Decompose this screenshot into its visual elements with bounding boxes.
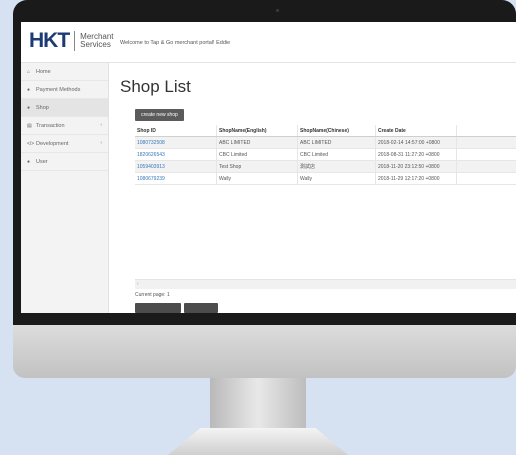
sidebar-item-label: Development (36, 140, 69, 147)
table-row[interactable]: 1059403913 Test Shop 測試店 2018-11-20 23:1… (135, 161, 516, 173)
pagination-button-next[interactable] (184, 303, 218, 313)
empty-cell (457, 161, 516, 172)
hkt-logo[interactable]: HKT Merchant Services (29, 28, 114, 54)
shop-table: Shop ID ShopName(English) ShopName(Chine… (135, 125, 516, 185)
user-icon: ● (27, 158, 31, 165)
shop-name-chinese: ABC LIMITED (298, 137, 376, 148)
sidebar-item-label: User (36, 158, 48, 165)
pagination-button-previous[interactable] (135, 303, 181, 313)
current-page-text: Current page: 1 (135, 292, 170, 298)
table-row[interactable]: 1080679239 Wally Wally 2018-11-29 12:17:… (135, 173, 516, 185)
sidebar-item-user[interactable]: ● User (21, 153, 108, 171)
horizontal-scrollbar[interactable]: ‹ (135, 279, 516, 289)
table-header-row: Shop ID ShopName(English) ShopName(Chine… (135, 125, 516, 137)
shop-name-english: Wally (217, 173, 298, 184)
create-date: 2018-11-20 23:12:50 +0800 (376, 161, 457, 172)
development-icon: </> (27, 140, 35, 147)
welcome-message: Welcome to Tap & Go merchant portal! Edd… (120, 40, 231, 46)
sidebar-item-payment-methods[interactable]: ● Payment Methods (21, 81, 108, 99)
empty-cell (457, 137, 516, 148)
create-date: 2018-11-29 12:17:20 +0800 (376, 173, 457, 184)
shop-id-link[interactable]: 1080732508 (135, 137, 217, 148)
empty-cell (457, 149, 516, 160)
monitor-stand-neck (210, 378, 306, 428)
scroll-left-icon[interactable]: ‹ (137, 281, 139, 287)
logo-mark: HKT (29, 29, 70, 52)
column-header-empty (457, 125, 516, 136)
sidebar: ⌂ Home ● Payment Methods ● Shop ▤ Transa… (21, 63, 109, 313)
logo-line-2: Services (80, 40, 111, 49)
shop-name-chinese: Wally (298, 173, 376, 184)
table-row[interactable]: 1820626543 CBC Limited CBC Limited 2018-… (135, 149, 516, 161)
shop-name-english: Test Shop (217, 161, 298, 172)
column-header-name-english[interactable]: ShopName(English) (217, 125, 298, 136)
logo-text: Merchant Services (80, 33, 113, 49)
empty-cell (457, 173, 516, 184)
sidebar-item-label: Transaction (36, 122, 65, 129)
column-header-shop-id[interactable]: Shop ID (135, 125, 217, 136)
screen: HKT Merchant Services Welcome to Tap & G… (21, 22, 516, 313)
shop-name-chinese: CBC Limited (298, 149, 376, 160)
logo-divider (74, 31, 76, 51)
sidebar-item-label: Shop (36, 104, 49, 111)
shop-name-english: CBC Limited (217, 149, 298, 160)
top-bar: HKT Merchant Services Welcome to Tap & G… (21, 22, 516, 63)
sidebar-item-home[interactable]: ⌂ Home (21, 63, 108, 81)
shop-id-link[interactable]: 1059403913 (135, 161, 217, 172)
shop-id-link[interactable]: 1820626543 (135, 149, 217, 160)
shop-name-english: ABC LIMITED (217, 137, 298, 148)
create-date: 2018-08-31 11:27:20 +0800 (376, 149, 457, 160)
shop-id-link[interactable]: 1080679239 (135, 173, 217, 184)
shop-name-chinese: 測試店 (298, 161, 376, 172)
chevron-left-icon: ‹ (100, 122, 102, 128)
sidebar-item-label: Home (36, 68, 51, 75)
transaction-icon: ▤ (27, 122, 32, 129)
page-title: Shop List (120, 77, 191, 96)
chevron-left-icon: ‹ (100, 140, 102, 146)
table-row[interactable]: 1080732508 ABC LIMITED ABC LIMITED 2018-… (135, 137, 516, 149)
sidebar-item-development[interactable]: </> Development ‹ (21, 135, 108, 153)
sidebar-item-shop[interactable]: ● Shop (21, 99, 108, 117)
home-icon: ⌂ (27, 68, 31, 75)
sidebar-item-transaction[interactable]: ▤ Transaction ‹ (21, 117, 108, 135)
column-header-name-chinese[interactable]: ShopName(Chinese) (298, 125, 376, 136)
monitor-stand-base (168, 428, 348, 455)
create-date: 2018-02-14 14:57:00 +0800 (376, 137, 457, 148)
monitor-chin (13, 325, 516, 378)
camera-dot (276, 9, 279, 12)
payment-icon: ● (27, 86, 31, 93)
main-content: Shop List create new shop Shop ID ShopNa… (120, 63, 516, 313)
shop-icon: ● (27, 104, 31, 111)
column-header-create-date[interactable]: Create Date (376, 125, 457, 136)
create-shop-button[interactable]: create new shop (135, 109, 184, 121)
sidebar-item-label: Payment Methods (36, 86, 81, 93)
